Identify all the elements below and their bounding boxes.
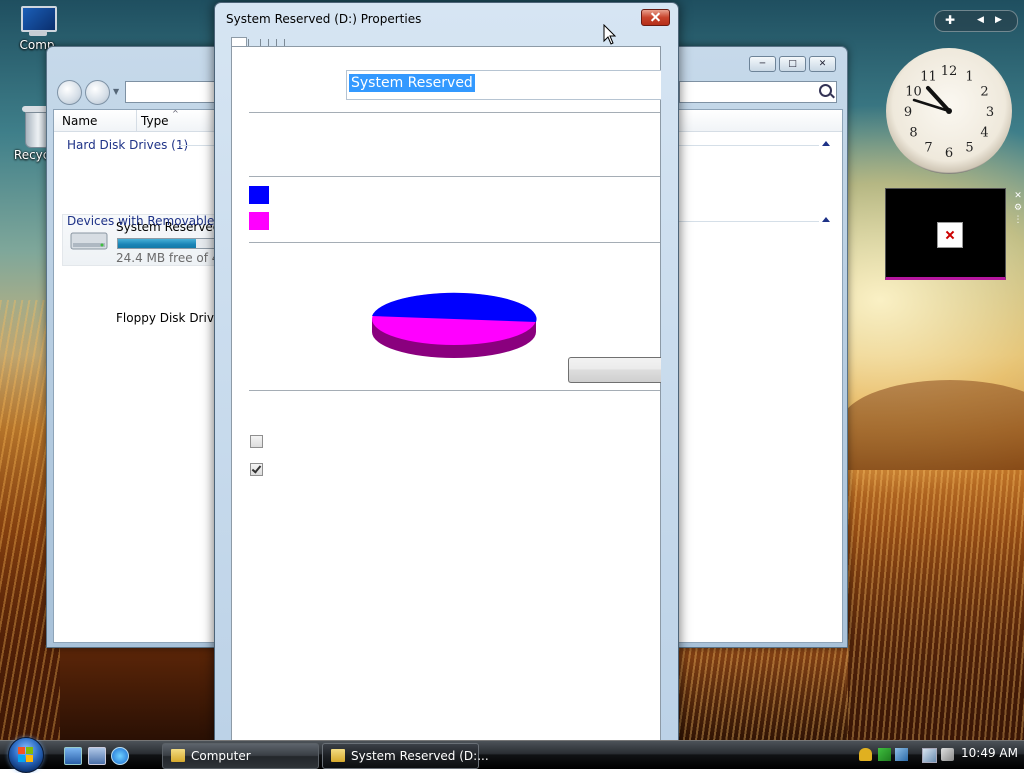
search-box[interactable] <box>679 81 837 103</box>
computer-icon <box>17 4 57 36</box>
taskbar-item-label: System Reserved (D:... <box>351 749 489 763</box>
add-gadget-icon[interactable]: ✚ <box>945 13 955 27</box>
column-header-type[interactable]: Type <box>141 114 169 128</box>
show-desktop-icon[interactable] <box>64 747 82 765</box>
clock-number: 4 <box>980 126 988 141</box>
mouse-cursor-icon <box>603 24 617 45</box>
folder-icon <box>171 749 185 762</box>
taskbar: Computer System Reserved (D:... 10:49 AM <box>0 737 1024 773</box>
wallpaper-hill <box>840 380 1024 470</box>
divider <box>249 112 660 113</box>
compress-drive-checkbox[interactable] <box>250 435 263 448</box>
close-gadget-icon[interactable]: ✕ <box>1013 190 1023 202</box>
search-icon[interactable] <box>819 84 832 97</box>
clock-number: 9 <box>904 105 912 120</box>
drive-usage-bar <box>117 238 219 249</box>
volume-label-text: System Reserved <box>348 73 476 93</box>
clock-number: 3 <box>986 105 994 120</box>
divider <box>249 242 660 243</box>
wallpaper-field-right <box>845 470 1024 740</box>
column-header-name[interactable]: Name <box>62 114 97 128</box>
floppy-drive-name[interactable]: Floppy Disk Drive ( <box>116 311 216 325</box>
clock-number: 11 <box>920 70 937 85</box>
clock-number: 7 <box>924 141 932 156</box>
dialog-title: System Reserved (D:) Properties <box>226 12 422 26</box>
windows-logo-icon <box>18 747 25 754</box>
taskbar-item-properties[interactable]: System Reserved (D:... <box>322 743 489 769</box>
maximize-button[interactable]: □ <box>779 56 806 72</box>
taskbar-clock[interactable]: 10:49 AM <box>961 746 1018 760</box>
close-button[interactable]: ✕ <box>809 56 836 72</box>
slideshow-gadget[interactable] <box>885 188 1006 280</box>
clock-number: 8 <box>909 126 917 141</box>
taskbar-item-label: Computer <box>191 749 251 763</box>
forward-button[interactable] <box>85 80 110 105</box>
drag-handle-icon[interactable]: ⋮ <box>1013 214 1023 226</box>
free-space-swatch <box>249 212 269 230</box>
group-header-hard-disks[interactable]: Hard Disk Drives (1) <box>67 138 188 152</box>
hard-drive-icon <box>70 232 108 250</box>
previous-icon[interactable]: ◀ <box>977 15 984 25</box>
wallpaper-field-bottom <box>678 645 848 740</box>
properties-dialog: System Reserved (D:) Properties System R… <box>214 2 679 744</box>
next-icon[interactable]: ▶ <box>995 15 1002 25</box>
dialog-close-button[interactable] <box>641 9 670 26</box>
sort-arrow-icon: ^ <box>172 109 179 118</box>
index-drive-checkbox[interactable] <box>250 463 263 476</box>
clock-number: 12 <box>941 64 958 79</box>
broken-image-icon <box>937 222 963 248</box>
recent-pages-dropdown[interactable]: ▼ <box>113 87 119 96</box>
minimize-button[interactable]: ─ <box>749 56 776 72</box>
sidebar-controls: ✚ ◀ ▶ <box>934 10 1018 32</box>
disk-cleanup-button[interactable] <box>568 357 661 383</box>
network-icon[interactable] <box>922 748 937 763</box>
collapse-group-icon[interactable] <box>822 141 830 146</box>
clock-gadget[interactable]: 11 10 9 8 7 6 5 4 3 2 1 12 <box>886 48 1012 174</box>
clock-number: 5 <box>965 141 973 156</box>
divider <box>249 176 660 177</box>
folder-icon <box>331 749 345 762</box>
gadget-tools: ✕ ⚙ ⋮ <box>1013 190 1023 226</box>
security-shield-icon[interactable] <box>859 748 872 761</box>
clock-number: 1 <box>965 70 973 85</box>
divider <box>249 390 660 391</box>
clock-number: 10 <box>905 85 922 100</box>
windows-update-icon[interactable] <box>895 748 908 761</box>
drive-usage-fill <box>118 239 196 248</box>
collapse-group-icon[interactable] <box>822 217 830 222</box>
internet-explorer-icon[interactable] <box>111 747 129 765</box>
disk-usage-pie-icon <box>372 292 537 358</box>
volume-label-input[interactable]: System Reserved <box>346 70 661 100</box>
clock-face: 1110 9 87 6 54 3 21 12 <box>904 64 994 161</box>
clock-number: 2 <box>980 85 988 100</box>
used-space-swatch <box>249 186 269 204</box>
switch-windows-icon[interactable] <box>88 747 106 765</box>
general-tab-page: System Reserved <box>231 46 661 743</box>
group-header-removable[interactable]: Devices with Removable Sto <box>67 214 238 228</box>
desktop-icon-computer[interactable]: Comp <box>2 4 72 52</box>
address-bar[interactable] <box>125 81 217 103</box>
clock-center <box>946 108 952 114</box>
volume-muted-icon[interactable] <box>941 748 954 761</box>
update-icon[interactable] <box>878 748 891 761</box>
options-icon[interactable]: ⚙ <box>1013 202 1023 214</box>
clock-number: 6 <box>945 146 953 161</box>
back-button[interactable] <box>57 80 82 105</box>
taskbar-item-computer[interactable]: Computer <box>162 743 319 769</box>
drive-free-space: 24.4 MB free of 49.9 <box>116 251 216 265</box>
